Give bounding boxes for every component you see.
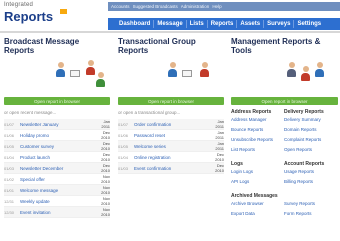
management-link[interactable]: Complaint Reports	[284, 137, 337, 147]
list-item[interactable]: 01/02 Special offer Nov 2010	[4, 174, 110, 185]
management-section-2: Logs Login Logs API Logs Account Reports…	[231, 161, 338, 189]
list-item[interactable]: 01/07 Order confirmation Jan 2011	[118, 119, 224, 130]
nav-lists[interactable]: Lists	[187, 20, 208, 28]
topbar-link-broadcasts[interactable]: Suggested Broadcasts	[133, 4, 178, 9]
app-logo[interactable]: Integrated Reports	[4, 2, 67, 26]
list-item[interactable]: 12/30 Event invitation Nov 2010	[4, 207, 110, 218]
list-item[interactable]: 01/04 Online registration Dec 2010	[118, 152, 224, 163]
logo-main-text: Reports	[4, 9, 54, 24]
list-item[interactable]: 01/05 Customer survey Dec 2010	[4, 141, 110, 152]
management-link[interactable]: Open Reports	[284, 147, 337, 157]
management-link[interactable]: Archive Browser	[231, 201, 284, 211]
more-reports-heading	[284, 193, 337, 201]
broadcast-open-button[interactable]: Open report in browser	[4, 97, 110, 105]
management-link[interactable]: API Logs	[231, 179, 284, 189]
management-link[interactable]: List Reports	[231, 147, 284, 157]
transactional-group-list: 01/07 Order confirmation Jan 2011 01/06 Pas…	[118, 119, 224, 174]
management-reports-panel: Management Reports & Tools Open report i…	[231, 37, 338, 221]
header-divider	[0, 31, 340, 33]
list-item[interactable]: 01/03 Event confirmation Dec 2010	[118, 163, 224, 174]
list-item[interactable]: 01/03 Newsletter December Dec 2010	[4, 163, 110, 174]
transactional-open-button-label: Open report in browser	[147, 98, 195, 104]
list-item[interactable]: 01/04 Product launch Dec 2010	[4, 152, 110, 163]
management-section-3: Archived Messages Archive Browser Export…	[231, 193, 338, 221]
management-open-button[interactable]: Open report in browser	[231, 97, 338, 105]
transactional-title: Transactional Group Reports	[118, 37, 196, 55]
topbar-link-accounts[interactable]: Accounts	[111, 4, 130, 9]
nav-surveys[interactable]: Surveys	[264, 20, 295, 28]
app-header: Integrated Reports Accounts Suggested Br…	[0, 0, 340, 30]
recipient-person-icon	[86, 60, 95, 75]
account-reports-heading: Account Reports	[284, 161, 325, 167]
logs-heading: Logs	[231, 161, 243, 167]
list-item[interactable]: 01/06 Holiday promo Dec 2010	[4, 130, 110, 141]
management-link[interactable]: Login Logs	[231, 169, 284, 179]
management-link[interactable]: Survey Reports	[284, 201, 337, 211]
management-link[interactable]: Bounce Reports	[231, 127, 284, 137]
broadcast-open-button-label: Open report in browser	[33, 98, 81, 104]
list-item[interactable]: 12/31 Weekly update Nov 2010	[4, 196, 110, 207]
management-link[interactable]: Usage Reports	[284, 169, 337, 179]
transactional-reports-panel: Transactional Group Reports Open report …	[118, 37, 224, 174]
management-link[interactable]: Export Data	[231, 211, 284, 221]
list-item[interactable]: 01/06 Password reset Jan 2011	[118, 130, 224, 141]
broadcast-or-text: or open recent message...	[4, 110, 57, 115]
topbar-link-help[interactable]: Help	[212, 4, 221, 9]
recipient-person-icon-2	[96, 72, 105, 87]
envelope-icon	[70, 70, 80, 77]
management-link[interactable]: Form Reports	[284, 211, 337, 221]
management-link[interactable]: Domain Reports	[284, 127, 337, 137]
management-illustration	[231, 58, 338, 96]
delivery-reports-heading: Delivery Reports	[284, 109, 324, 115]
transactional-illustration	[118, 58, 224, 96]
address-reports-heading: Address Reports	[231, 109, 272, 115]
management-link[interactable]: Delivery Summary	[284, 117, 337, 127]
management-section-1: Address Reports Address Manager Bounce R…	[231, 109, 338, 157]
archived-messages-heading: Archived Messages	[231, 193, 278, 199]
broadcast-title: Broadcast Message Reports	[4, 37, 80, 55]
broadcast-message-list: 01/07 Newsletter January Jan 2011 01/06 Hol…	[4, 119, 110, 218]
logo-badge-icon	[59, 9, 67, 14]
list-item[interactable]: 01/05 Welcome series Jan 2011	[118, 141, 224, 152]
management-link[interactable]: Unsubscribe Reports	[231, 137, 284, 147]
manager-person-icon-2	[301, 66, 310, 81]
manager-person-icon	[287, 62, 296, 77]
transactional-or-text: or open a transactional group...	[118, 110, 181, 115]
nav-assets[interactable]: Assets	[237, 20, 265, 28]
manager-person-icon-3	[315, 62, 324, 77]
nav-dashboard[interactable]: Dashboard	[116, 20, 155, 28]
nav-settings[interactable]: Settings	[294, 20, 324, 28]
broadcast-illustration	[4, 58, 110, 96]
list-item[interactable]: 01/01 Welcome message Nov 2010	[4, 185, 110, 196]
topbar-link-admin[interactable]: Administration	[181, 4, 210, 9]
sender-person-icon	[56, 62, 65, 77]
top-links-bar: Accounts Suggested Broadcasts Administra…	[108, 2, 340, 11]
management-title: Management Reports & Tools	[231, 37, 321, 55]
transactional-open-button[interactable]: Open report in browser	[118, 97, 224, 105]
nav-reports[interactable]: Reports	[208, 20, 238, 28]
envelope-icon	[182, 70, 192, 77]
main-nav: Dashboard Message Lists Reports Assets S…	[108, 18, 340, 30]
nav-message[interactable]: Message	[154, 20, 187, 28]
management-link[interactable]: Billing Reports	[284, 179, 337, 189]
list-item[interactable]: 01/07 Newsletter January Jan 2011	[4, 119, 110, 130]
recipient-person-icon	[200, 62, 209, 77]
management-open-button-label: Open report in browser	[261, 98, 308, 104]
broadcast-reports-panel: Broadcast Message Reports Open report in…	[4, 37, 110, 218]
management-link[interactable]: Address Manager	[231, 117, 284, 127]
sender-person-icon	[168, 62, 177, 77]
